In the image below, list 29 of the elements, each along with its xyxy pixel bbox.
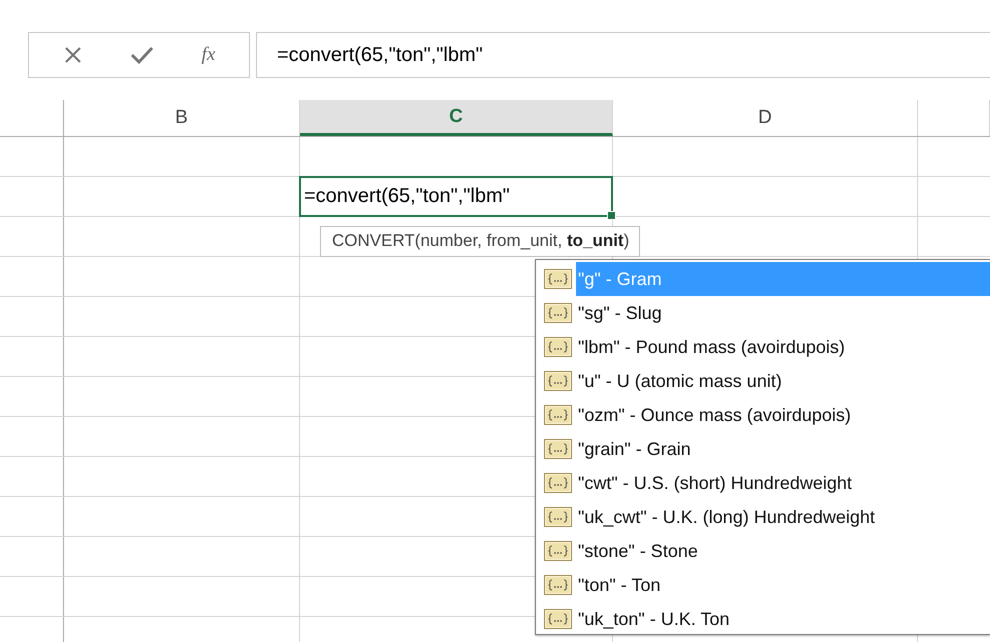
column-header[interactable]: D — [613, 100, 918, 136]
constant-icon — [544, 371, 572, 391]
constant-icon — [544, 337, 572, 357]
enter-icon[interactable] — [130, 45, 154, 65]
constant-icon — [544, 575, 572, 595]
unit-option[interactable]: "uk_ton" - U.K. Ton — [576, 602, 990, 636]
constant-icon — [544, 473, 572, 493]
column-header[interactable]: C — [300, 100, 613, 136]
function-tooltip: CONVERT(number, from_unit, to_unit) — [320, 226, 640, 257]
constant-icon — [544, 303, 572, 323]
constant-icon — [544, 541, 572, 561]
insert-function-button[interactable]: fx — [202, 44, 216, 66]
constant-icon — [544, 609, 572, 629]
unit-option[interactable]: "ozm" - Ounce mass (avoirdupois) — [576, 398, 990, 432]
constant-icon — [544, 507, 572, 527]
cancel-icon[interactable] — [62, 45, 83, 65]
unit-option[interactable]: "sg" - Slug — [576, 296, 990, 330]
unit-option[interactable]: "uk_cwt" - U.K. (long) Hundredweight — [576, 500, 990, 534]
unit-option[interactable]: "stone" - Stone — [576, 534, 990, 568]
unit-option[interactable]: "lbm" - Pound mass (avoirdupois) — [576, 330, 990, 364]
active-cell[interactable]: =convert(65,"ton","lbm" — [299, 176, 613, 217]
formula-field[interactable]: =convert(65,"ton","lbm" — [256, 32, 990, 78]
constant-icon — [544, 439, 572, 459]
constant-icon — [544, 405, 572, 425]
unit-option[interactable]: "u" - U (atomic mass unit) — [576, 364, 990, 398]
unit-option[interactable]: "grain" - Grain — [576, 432, 990, 466]
unit-option[interactable]: "ton" - Ton — [576, 568, 990, 602]
unit-option[interactable]: "cwt" - U.S. (short) Hundredweight — [576, 466, 990, 500]
constant-icon — [544, 269, 572, 289]
